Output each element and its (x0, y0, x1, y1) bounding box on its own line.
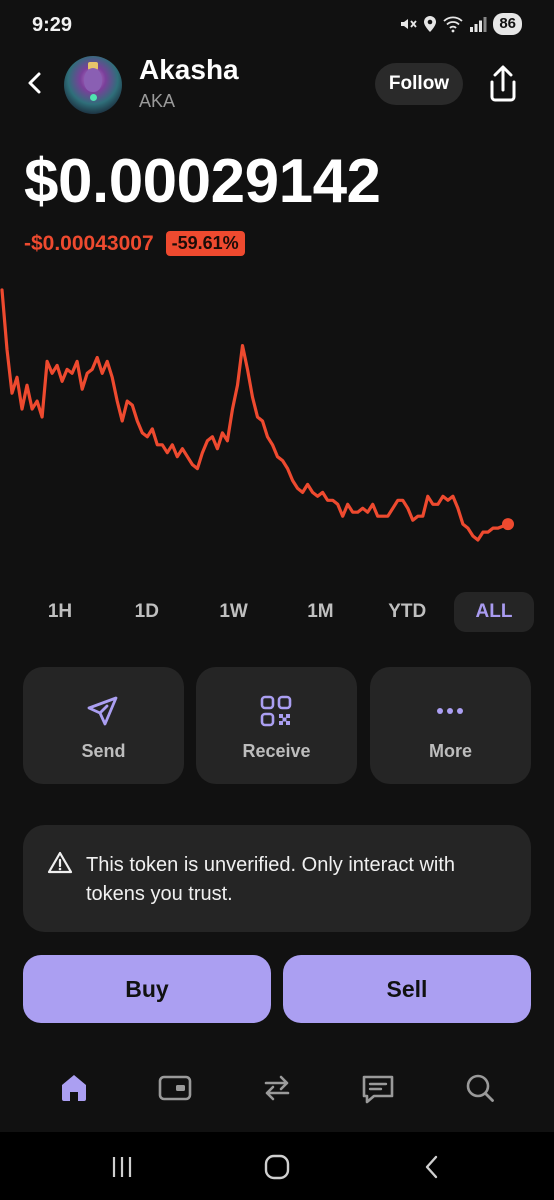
status-icons: 86 (399, 13, 522, 35)
timeframe-1w[interactable]: 1W (194, 592, 274, 632)
timeframe-1m[interactable]: 1M (280, 592, 360, 632)
warning-text: This token is unverified. Only interact … (86, 854, 456, 905)
price-change-absolute: -$0.00043007 (24, 231, 154, 255)
more-dots-icon (437, 708, 463, 714)
mute-icon (401, 19, 418, 29)
current-price-dot (502, 518, 514, 531)
send-button[interactable]: Send (23, 667, 184, 784)
status-time: 9:29 (32, 14, 73, 36)
token-header: Akasha AKA Follow (0, 50, 554, 120)
home-circle-icon[interactable] (260, 1152, 294, 1182)
receive-button[interactable]: Receive (196, 667, 357, 784)
share-icon[interactable] (484, 64, 522, 104)
battery-indicator: 86 (493, 13, 522, 35)
swap-icon (264, 1075, 290, 1101)
unverified-warning: This token is unverified. Only interact … (23, 825, 531, 932)
token-price: $0.00029142 (24, 147, 381, 216)
wallet-icon (158, 1075, 192, 1101)
send-icon (87, 696, 118, 726)
warning-triangle-icon (47, 851, 73, 874)
system-nav-bar (0, 1132, 554, 1200)
more-button[interactable]: More (370, 667, 531, 784)
tab-wallet[interactable] (153, 1066, 197, 1110)
chevron-left-icon[interactable] (20, 68, 50, 98)
price-change-row: -$0.00043007 -59.61% (24, 231, 245, 256)
messages-icon (362, 1075, 394, 1104)
location-icon (424, 16, 437, 32)
tab-home[interactable] (52, 1066, 96, 1110)
price-chart[interactable] (0, 282, 554, 552)
token-name: Akasha (139, 54, 239, 85)
tab-messages[interactable] (356, 1066, 400, 1110)
token-avatar (64, 56, 122, 114)
status-bar: 9:29 86 (0, 0, 554, 50)
receive-label: Receive (242, 741, 311, 761)
price-line (0, 288, 510, 542)
bottom-tab-bar (0, 1058, 554, 1120)
token-symbol: AKA (139, 91, 176, 111)
buy-button[interactable]: Buy (23, 955, 271, 1023)
tab-swap[interactable] (255, 1066, 299, 1110)
timeframe-selector: 1H 1D 1W 1M YTD ALL (20, 592, 534, 632)
system-back-icon[interactable] (415, 1152, 449, 1182)
follow-button[interactable]: Follow (375, 63, 463, 105)
price-change-percent-badge: -59.61% (165, 231, 245, 256)
home-icon (62, 1075, 86, 1101)
recent-apps-icon[interactable] (105, 1152, 139, 1182)
signal-icon (470, 17, 487, 32)
timeframe-all[interactable]: ALL (453, 592, 534, 632)
send-label: Send (81, 741, 126, 761)
qr-code-icon (260, 695, 292, 727)
tab-search[interactable] (458, 1066, 502, 1110)
timeframe-1d[interactable]: 1D (107, 592, 187, 632)
sell-button[interactable]: Sell (283, 955, 531, 1023)
wifi-icon (443, 16, 463, 33)
search-icon (466, 1074, 494, 1102)
more-label: More (428, 741, 472, 761)
timeframe-ytd[interactable]: YTD (367, 592, 447, 632)
timeframe-1h[interactable]: 1H (20, 592, 100, 632)
